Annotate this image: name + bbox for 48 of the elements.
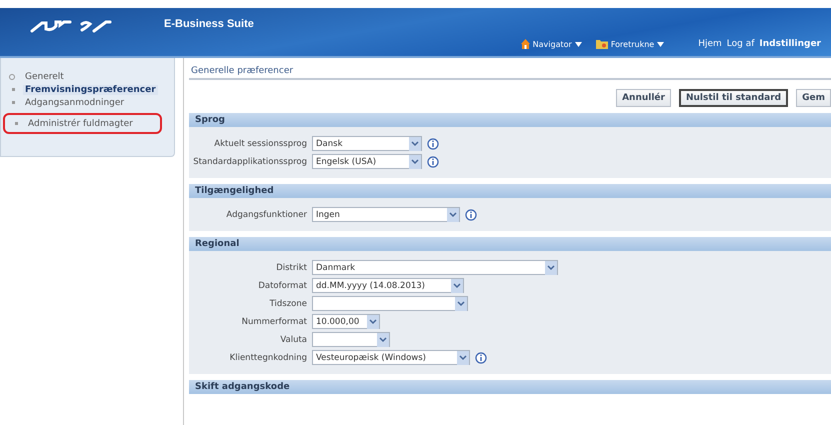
caret-icon [657, 42, 664, 46]
field-label: Datoformat [257, 280, 307, 290]
header-link[interactable]: Log af [726, 39, 754, 49]
caret-icon [574, 42, 582, 46]
field-label: Tidszone [268, 298, 307, 308]
bullet-icon [9, 74, 15, 80]
info-icon[interactable] [465, 208, 477, 220]
bullet-icon [15, 122, 18, 125]
sidebar-item[interactable]: Adgangsanmodninger [23, 98, 126, 108]
field-label: Klienttegnkodning [228, 352, 307, 362]
header-link[interactable]: Indstillinger [759, 39, 821, 49]
section-header: Sprog [189, 113, 831, 127]
field-label: Standardapplikationssprog [192, 156, 307, 166]
nav-menu[interactable]: Navigator [520, 39, 582, 49]
section-header: Tilgængelighed [189, 184, 831, 198]
dropdown-field[interactable] [312, 296, 468, 311]
house-icon [520, 39, 530, 49]
info-icon[interactable] [427, 138, 439, 150]
header-link[interactable]: Hjem [698, 39, 722, 49]
bullet-icon [12, 88, 15, 91]
bullet-icon [12, 101, 15, 104]
info-icon[interactable] [475, 352, 487, 364]
action-button[interactable]: Nulstil til standard [678, 89, 788, 107]
field-label: Nummerformat [240, 316, 307, 326]
sidebar-item[interactable]: Administrér fuldmagter [26, 118, 135, 128]
section-header: Regional [189, 237, 831, 251]
sidebar-item[interactable]: Fremvisningspræferencer [23, 84, 158, 94]
field-label: Distrikt [275, 262, 307, 272]
dropdown-field[interactable] [312, 332, 390, 347]
dropdown-field[interactable]: Danmark [312, 260, 558, 275]
sidebar-item[interactable]: Generelt [23, 72, 66, 82]
product-name: E-Business Suite [164, 18, 254, 30]
page-title: Generelle præferencer [189, 58, 831, 80]
dropdown-field[interactable]: dd.MM.yyyy (14.08.2013) [312, 278, 464, 293]
info-icon[interactable] [427, 156, 439, 168]
dropdown-field[interactable]: Engelsk (USA) [312, 154, 422, 169]
dropdown-field[interactable]: 10.000,00 [312, 314, 380, 329]
action-button[interactable]: Gem [796, 89, 831, 107]
action-button[interactable]: Annullér [616, 89, 671, 107]
field-label: Adgangsfunktioner [225, 210, 307, 220]
field-label: Valuta [279, 334, 307, 344]
section-header: Skift adgangskode [189, 380, 831, 394]
folder-icon [596, 39, 608, 49]
dropdown-field[interactable]: Dansk [312, 136, 422, 151]
dropdown-field[interactable]: Ingen [312, 207, 460, 222]
nav-menu[interactable]: Foretrukne [596, 39, 664, 49]
field-label: Aktuelt sessionssprog [213, 138, 307, 148]
dropdown-field[interactable]: Vesteuropæisk (Windows) [312, 350, 470, 365]
